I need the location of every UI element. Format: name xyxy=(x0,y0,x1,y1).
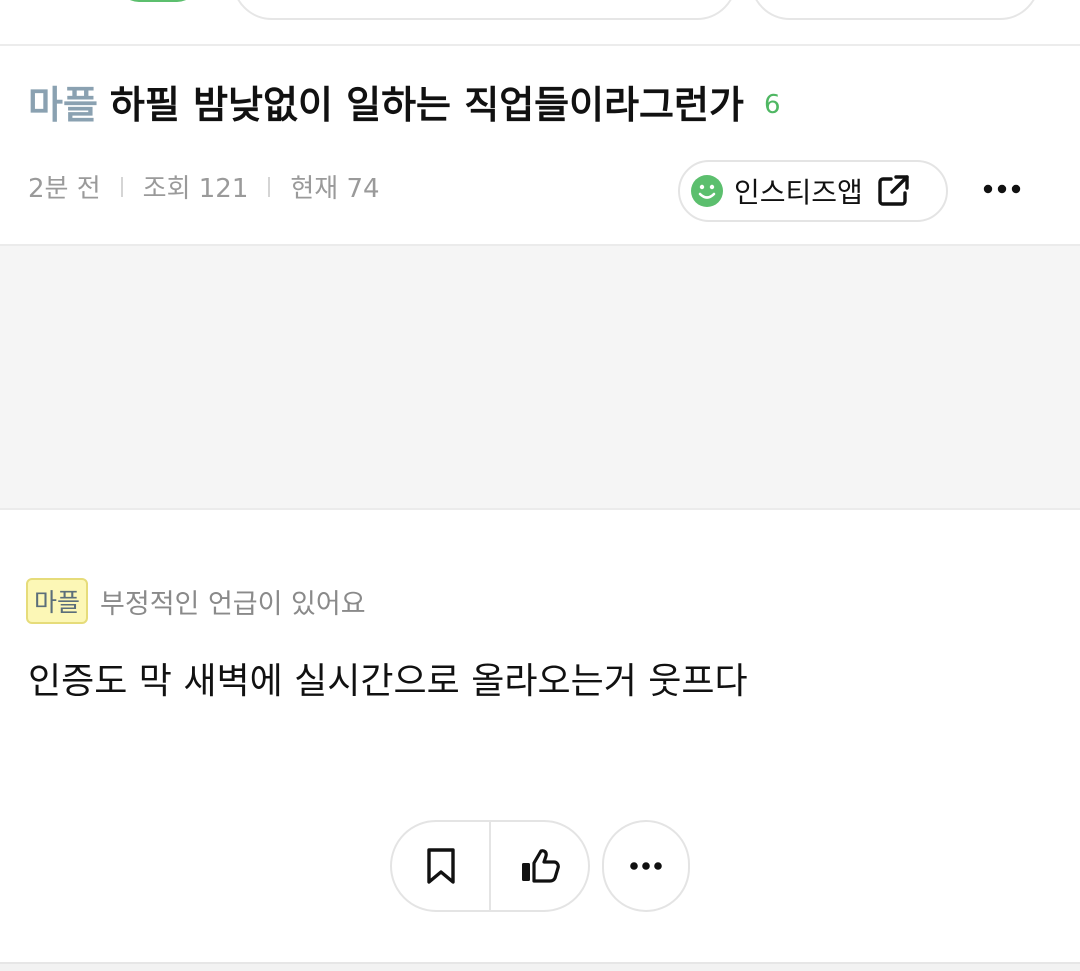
comment-warning-label: 부정적인 언급이 있어요 xyxy=(100,588,366,620)
comment-category-tag: 마플 xyxy=(26,578,89,624)
post-header: 마플 하필 밤낮없이 일하는 직업들이라그런가 6 2분 전 조회 121 현재… xyxy=(0,46,1080,244)
smile-icon xyxy=(691,175,723,207)
top-green-button[interactable] xyxy=(118,0,198,2)
comment-more-button[interactable] xyxy=(602,820,690,912)
external-link-icon xyxy=(878,175,909,206)
open-app-button[interactable]: 인스티즈앱 xyxy=(678,160,948,222)
comment-body: 인증도 막 새벽에 실시간으로 올라오는거 웃프다 xyxy=(28,661,748,702)
bookmark-button[interactable] xyxy=(392,822,489,910)
post-category[interactable]: 마플 xyxy=(28,74,98,129)
bookmark-icon xyxy=(426,848,455,884)
more-icon xyxy=(630,862,662,870)
top-pill-button[interactable] xyxy=(750,0,1040,20)
meta-divider xyxy=(268,176,271,197)
open-app-label: 인스티즈앱 xyxy=(734,176,863,209)
top-pill-button[interactable] xyxy=(232,0,737,20)
action-button-group xyxy=(390,820,590,912)
post-title-row: 마플 하필 밤낮없이 일하는 직업들이라그런가 6 xyxy=(28,74,781,129)
post-meta: 2분 전 조회 121 현재 74 xyxy=(28,168,380,205)
top-toolbar xyxy=(0,0,1080,46)
bottom-divider xyxy=(0,962,1080,971)
post-views: 조회 121 xyxy=(142,174,249,204)
comment-item: 마플 부정적인 언급이 있어요 인증도 막 새벽에 실시간으로 올라오는거 웃프… xyxy=(0,510,1080,810)
ad-banner xyxy=(0,244,1080,510)
more-icon xyxy=(983,184,1021,194)
post-time: 2분 전 xyxy=(28,174,101,204)
comment-count[interactable]: 6 xyxy=(764,90,781,120)
meta-divider xyxy=(120,176,123,197)
thumbs-up-icon xyxy=(521,849,560,883)
more-options-button[interactable] xyxy=(982,174,1022,204)
like-button[interactable] xyxy=(491,822,588,910)
post-title: 하필 밤낮없이 일하는 직업들이라그런가 xyxy=(109,82,744,127)
post-current-viewers: 현재 74 xyxy=(290,174,380,204)
comment-meta: 마플 부정적인 언급이 있어요 xyxy=(26,578,366,624)
